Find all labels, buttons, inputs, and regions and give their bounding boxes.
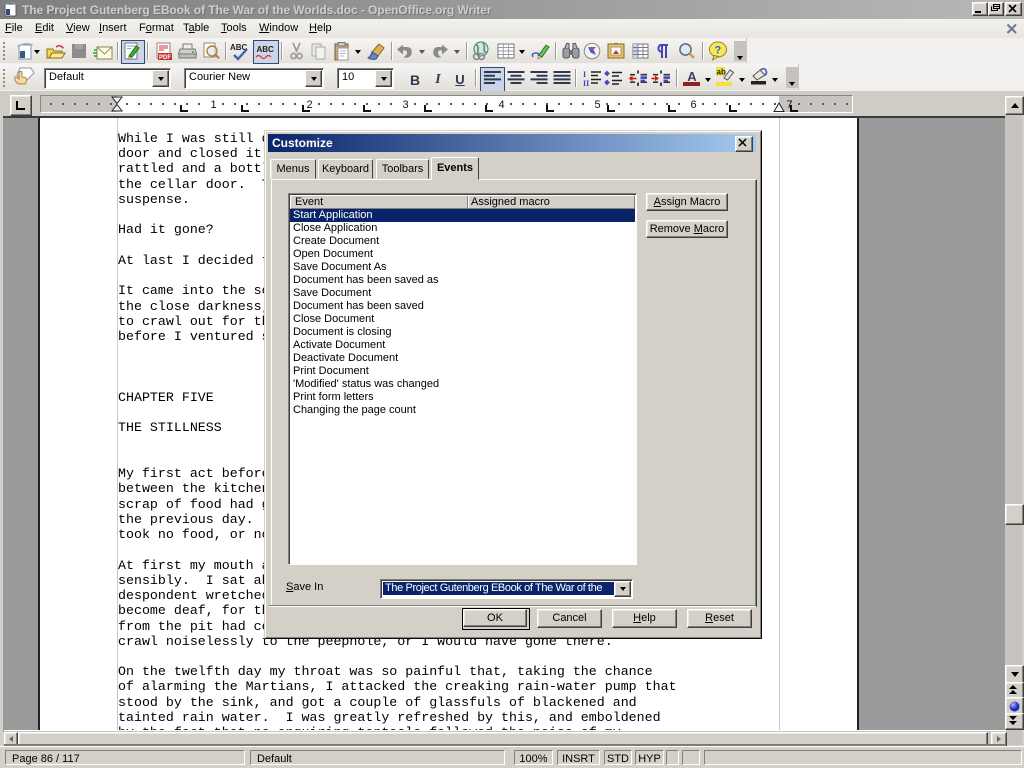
svg-text:II: II	[583, 79, 589, 86]
svg-text:?: ?	[715, 45, 722, 57]
svg-text:PDF: PDF	[159, 55, 171, 61]
svg-text:ABC: ABC	[257, 45, 275, 54]
svg-text:ab: ab	[717, 68, 726, 77]
svg-text:I: I	[583, 70, 586, 79]
